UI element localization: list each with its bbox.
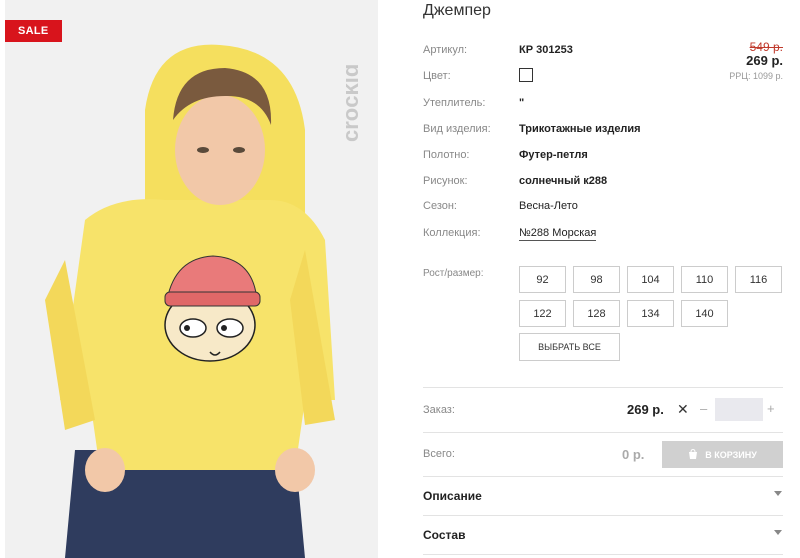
attr-print: Рисунок: солнечный к288 xyxy=(423,172,783,192)
accordion-title: Состав xyxy=(423,528,466,542)
cart-button-label: В КОРЗИНУ xyxy=(705,449,757,460)
divider xyxy=(423,476,783,477)
increase-button[interactable]: + xyxy=(767,401,775,416)
crockid-logo: crockid xyxy=(346,64,363,142)
divider xyxy=(423,515,783,516)
quantity-input[interactable] xyxy=(715,398,763,421)
attr-value: Трикотажные изделия xyxy=(519,123,641,135)
accordion-description[interactable]: Описание xyxy=(423,487,783,507)
color-swatch[interactable] xyxy=(519,68,533,82)
divider xyxy=(423,432,783,433)
attr-season: Сезон: Весна-Лето xyxy=(423,197,783,217)
attr-type: Вид изделия: Трикотажные изделия xyxy=(423,120,783,140)
size-option[interactable]: 122 xyxy=(519,300,566,327)
cart-icon xyxy=(689,449,698,459)
attr-fabric: Полотно: Футер-петля xyxy=(423,146,783,166)
attr-label: Артикул: xyxy=(423,44,468,56)
size-option[interactable]: 92 xyxy=(519,266,566,293)
accordion-composition[interactable]: Состав xyxy=(423,526,783,546)
collection-link[interactable]: №288 Морская xyxy=(519,227,597,241)
add-to-cart-button[interactable]: В КОРЗИНУ xyxy=(662,441,783,468)
size-option[interactable]: 104 xyxy=(627,266,674,293)
size-option[interactable]: 98 xyxy=(573,266,620,293)
size-option[interactable]: 116 xyxy=(735,266,782,293)
size-label: Рост/размер: xyxy=(423,268,484,279)
attr-value: солнечный к288 xyxy=(519,175,608,187)
chevron-down-icon xyxy=(774,491,782,496)
total-value: 0 р. xyxy=(622,447,645,462)
total-label: Всего: xyxy=(423,448,455,460)
divider xyxy=(423,387,783,388)
attr-label: Цвет: xyxy=(423,70,451,82)
chevron-down-icon xyxy=(774,530,782,535)
attr-label: Сезон: xyxy=(423,200,457,212)
accordion-title: Описание xyxy=(423,489,482,503)
attr-label: Вид изделия: xyxy=(423,123,491,135)
order-price: 269 р. xyxy=(627,402,664,417)
size-option[interactable]: 134 xyxy=(627,300,674,327)
close-icon[interactable]: ✕ xyxy=(677,401,689,418)
attr-label: Утеплитель: xyxy=(423,97,486,109)
svg-text:crockid: crockid xyxy=(346,64,363,142)
divider xyxy=(423,554,783,555)
product-photo-illustration xyxy=(5,0,378,558)
rrc-price: РРЦ: 1099 р. xyxy=(729,71,783,81)
size-option[interactable]: 140 xyxy=(681,300,728,327)
order-label: Заказ: xyxy=(423,404,455,416)
attr-value: " xyxy=(519,97,525,109)
size-option[interactable]: 128 xyxy=(573,300,620,327)
product-image[interactable]: crockid xyxy=(5,0,378,558)
attr-value: КР 301253 xyxy=(519,44,573,56)
attr-label: Полотно: xyxy=(423,149,470,161)
attr-article: Артикул: КР 301253 xyxy=(423,41,783,61)
attr-value: Весна-Лето xyxy=(519,200,578,212)
select-all-button[interactable]: ВЫБРАТЬ ВСЕ xyxy=(519,333,620,361)
sale-badge: SALE xyxy=(5,20,62,42)
decrease-button[interactable]: – xyxy=(700,401,707,416)
attr-label: Рисунок: xyxy=(423,175,468,187)
attr-collection: Коллекция: №288 Морская xyxy=(423,224,783,244)
attr-insulation: Утеплитель: " xyxy=(423,94,783,114)
size-option[interactable]: 110 xyxy=(681,266,728,293)
attr-value: Футер-петля xyxy=(519,149,588,161)
attr-label: Коллекция: xyxy=(423,227,481,239)
old-price: 549 р. xyxy=(749,40,783,54)
product-title: Джемпер xyxy=(423,2,491,19)
current-price: 269 р. xyxy=(746,53,783,68)
